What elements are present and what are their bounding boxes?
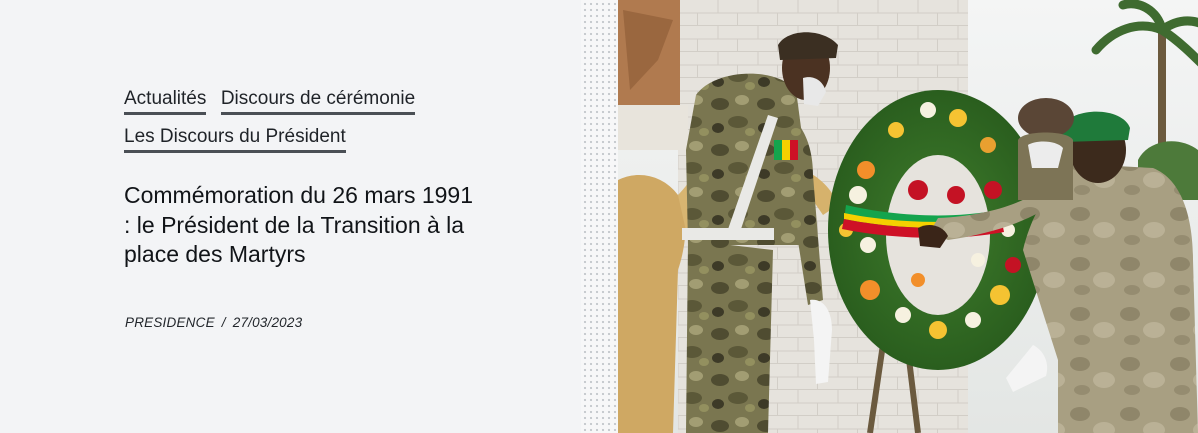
dotted-divider (581, 0, 618, 433)
category-tag-discours-de-ceremonie[interactable]: Discours de cérémonie (220, 86, 416, 115)
article-author: PRESIDENCE (125, 315, 215, 330)
article-meta: PRESIDENCE / 27/03/2023 (125, 315, 302, 330)
article-date: 27/03/2023 (232, 315, 303, 330)
category-tag-actualites[interactable]: Actualités (124, 86, 207, 115)
article-card[interactable]: Actualités Discours de cérémonie Les Dis… (0, 0, 1198, 433)
meta-separator: / (221, 315, 226, 330)
article-text-panel: Actualités Discours de cérémonie Les Dis… (0, 0, 581, 433)
category-tags: Actualités Discours de cérémonie Les Dis… (124, 86, 484, 162)
ceremony-photo-illustration (618, 0, 1198, 433)
category-tag-discours-du-president[interactable]: Les Discours du Président (124, 124, 346, 153)
article-title[interactable]: Commémoration du 26 mars 1991 : le Prési… (124, 181, 474, 270)
article-photo[interactable] (618, 0, 1198, 433)
